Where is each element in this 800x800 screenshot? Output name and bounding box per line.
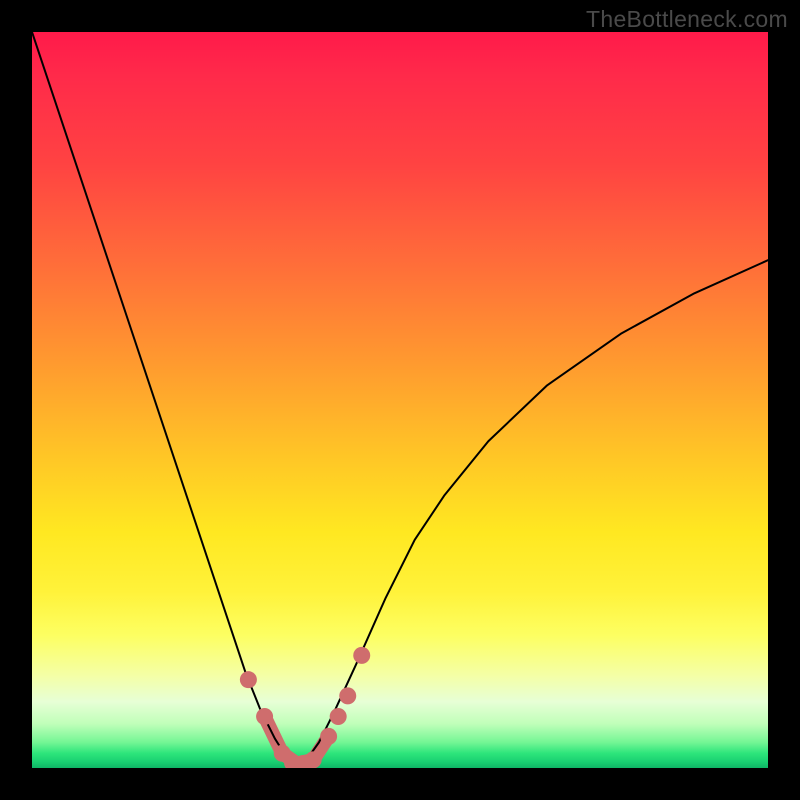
marker-dot — [339, 687, 356, 704]
marker-dot — [256, 708, 273, 725]
bottleneck-curve-path — [32, 32, 768, 764]
marker-dot — [330, 708, 347, 725]
marker-dot — [240, 671, 257, 688]
watermark-text: TheBottleneck.com — [586, 6, 788, 33]
chart-stage: TheBottleneck.com — [0, 0, 800, 800]
marker-dot — [353, 647, 370, 664]
curve-svg — [32, 32, 768, 768]
marker-dot — [320, 728, 337, 745]
plot-area — [32, 32, 768, 768]
main-curve — [32, 32, 768, 764]
marker-dot — [305, 751, 322, 768]
